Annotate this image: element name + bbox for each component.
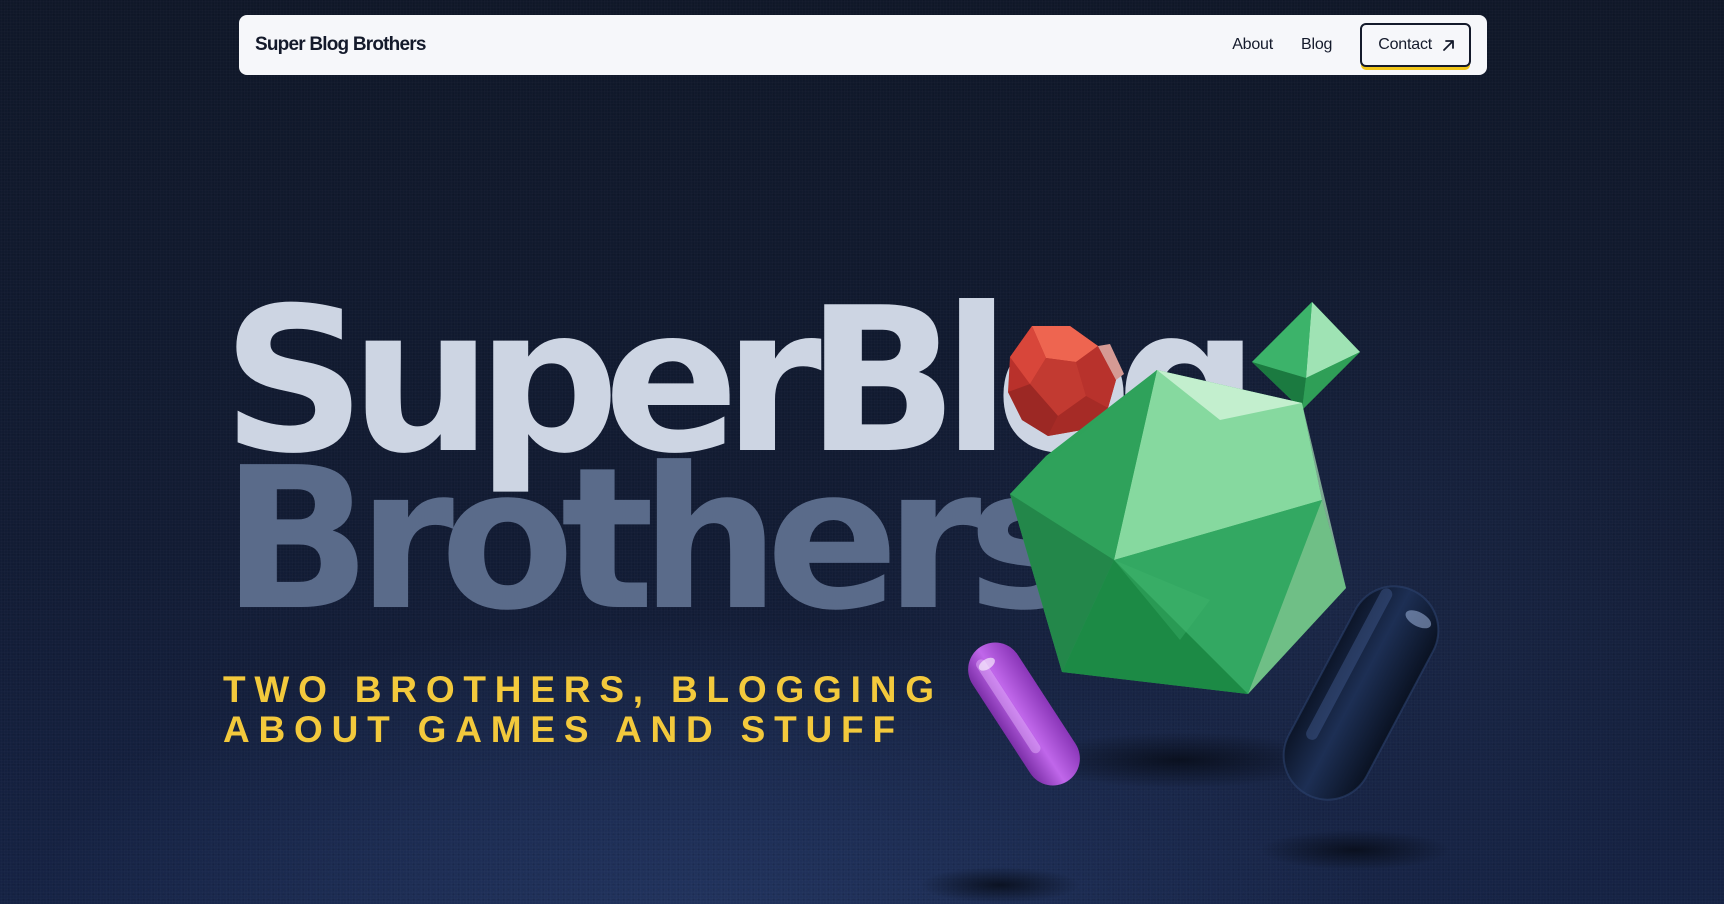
arrow-up-right-icon	[1443, 39, 1454, 51]
shape-shadow	[920, 867, 1080, 903]
tagline-line1: TWO BROTHERS, BLOGGING	[223, 669, 943, 710]
nav-links: About Blog Contact	[1232, 23, 1471, 67]
top-navbar: Super Blog Brothers About Blog Contact	[239, 15, 1487, 75]
hero-tagline: TWO BROTHERS, BLOGGING ABOUT GAMES AND S…	[223, 670, 943, 750]
shape-shadow	[1030, 732, 1330, 788]
nav-link-blog[interactable]: Blog	[1301, 36, 1332, 54]
navy-capsule-shape	[1282, 585, 1440, 801]
shape-shadow	[1260, 830, 1450, 870]
page: SuperBlog Brothers TWO BROTHERS, BLOGGIN…	[0, 0, 1724, 904]
tagline-line2: ABOUT GAMES AND STUFF	[223, 709, 904, 750]
site-brand-link[interactable]: Super Blog Brothers	[255, 34, 426, 56]
contact-button[interactable]: Contact	[1360, 23, 1471, 67]
contact-button-label: Contact	[1378, 36, 1432, 53]
purple-capsule-shape	[968, 642, 1080, 786]
green-octahedron-shape	[1252, 302, 1360, 410]
hero-title-line2: Brothers	[222, 426, 1084, 654]
nav-link-about[interactable]: About	[1232, 36, 1273, 54]
